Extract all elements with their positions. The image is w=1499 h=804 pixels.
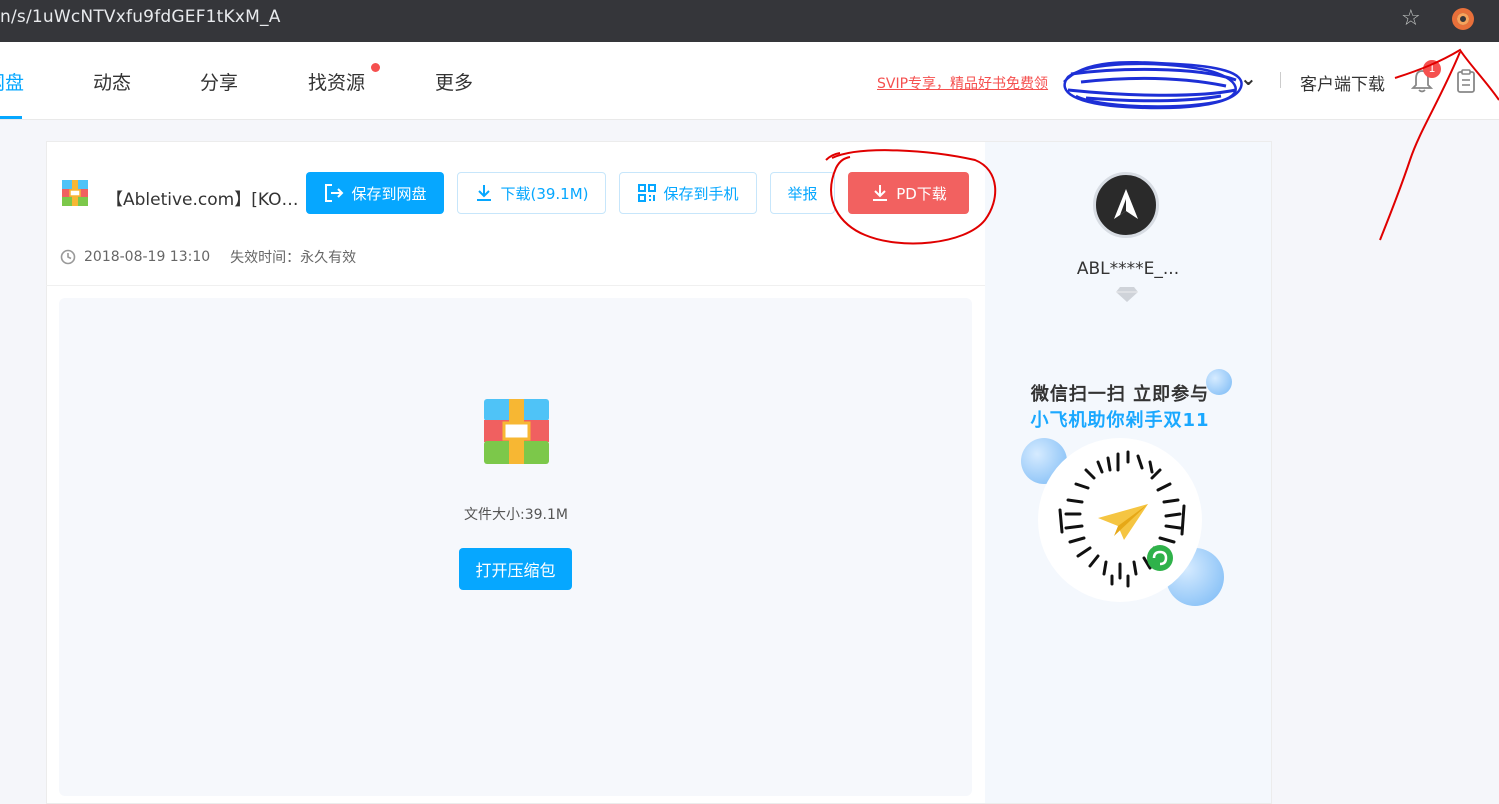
save-to-netdisk-button[interactable]: 保存到网盘	[306, 172, 444, 214]
promo-line-1: 微信扫一扫 立即参与	[1030, 384, 1210, 405]
wechat-mini-program-code[interactable]	[1040, 440, 1200, 600]
avatar[interactable]	[1093, 172, 1159, 238]
clipboard-icon[interactable]	[1455, 68, 1477, 94]
qr-code-image	[1058, 450, 1186, 588]
save-label: 保存到网盘	[351, 184, 427, 203]
pd-download-label: PD下载	[896, 184, 947, 203]
diamond-icon	[1116, 287, 1138, 302]
nav-item-more[interactable]: 更多	[435, 68, 473, 95]
download-label: 下载(39.1M)	[500, 184, 589, 203]
file-size-text: 文件大小:39.1M	[464, 507, 568, 523]
address-bar[interactable]: n/s/1uWcNTVxfu9fdGEF1tKxM_A	[0, 7, 281, 27]
file-preview-area	[59, 298, 972, 796]
save-to-phone-button[interactable]: 保存到手机	[619, 172, 757, 214]
sharer-username: ABL****E_...	[1076, 259, 1180, 279]
share-date: 2018-08-19 13:10	[84, 249, 211, 265]
notification-badge: 1	[1423, 60, 1441, 78]
browser-toolbar: n/s/1uWcNTVxfu9fdGEF1tKxM_A ☆	[0, 0, 1499, 42]
decor-bubble	[1206, 369, 1232, 395]
expire-value: 永久有效	[300, 250, 357, 266]
abletive-logo-icon	[1114, 189, 1138, 219]
bookmark-star-icon[interactable]: ☆	[1401, 6, 1421, 31]
save-phone-label: 保存到手机	[663, 184, 739, 203]
client-download-link[interactable]: 客户端下载	[1300, 70, 1385, 95]
report-button[interactable]: 举报	[770, 172, 835, 214]
top-nav: 网盘 动态 分享 找资源 更多 SVIP专享，精品好书免费领 ⌄ 客户端下载 1	[0, 42, 1499, 120]
open-archive-button[interactable]: 打开压缩包	[459, 548, 572, 590]
qrcode-icon	[638, 184, 657, 202]
expire-label: 失效时间：	[230, 250, 301, 266]
nav-active-indicator	[0, 116, 22, 119]
extension-icon[interactable]	[1452, 8, 1474, 30]
nav-item-feed[interactable]: 动态	[93, 68, 131, 95]
nav-item-netdisk[interactable]: 网盘	[0, 68, 24, 95]
nav-item-find-resources[interactable]: 找资源	[308, 68, 365, 95]
zip-file-icon	[62, 180, 88, 206]
zip-archive-icon	[484, 399, 549, 464]
new-dot-badge	[371, 63, 380, 72]
promo-line-2: 小飞机助你剁手双11	[1030, 410, 1210, 431]
svip-promo-link[interactable]: SVIP专享，精品好书免费领	[877, 73, 1057, 93]
nav-divider	[1280, 72, 1281, 88]
download-button[interactable]: 下载(39.1M)	[457, 172, 606, 214]
clock-icon	[60, 249, 76, 265]
file-meta: 2018-08-19 13:10 失效时间： 永久有效	[60, 247, 356, 267]
nav-item-share[interactable]: 分享	[200, 68, 238, 95]
download-icon	[477, 185, 492, 201]
download-icon	[873, 185, 888, 201]
pd-download-button[interactable]: PD下载	[848, 172, 969, 214]
file-title: 【Abletive.com】[KOGI...	[106, 190, 306, 210]
card-divider	[46, 285, 985, 286]
scribbled-username	[1063, 60, 1243, 110]
save-icon	[325, 184, 344, 202]
